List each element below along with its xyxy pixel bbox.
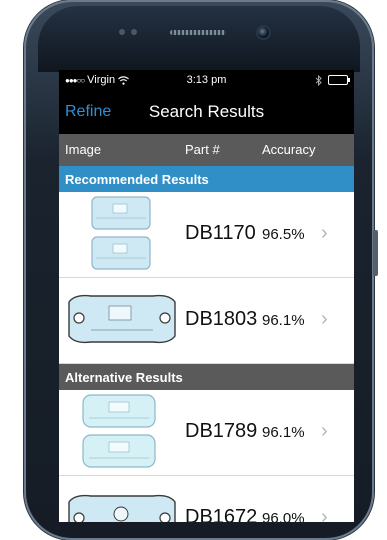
part-number: DB1803 <box>185 308 258 330</box>
section-title: Alternative Results <box>65 369 183 385</box>
refine-button[interactable]: Refine <box>59 103 111 121</box>
accuracy-value: 96.5% <box>262 226 305 243</box>
proximity-sensor <box>119 29 125 35</box>
status-time: 3:13 pm <box>186 74 227 86</box>
column-accuracy: Accuracy <box>262 142 316 157</box>
result-row[interactable]: DB1672 96.0% › <box>59 476 354 522</box>
accuracy-value: 96.0% <box>262 510 305 522</box>
power-button <box>373 230 378 276</box>
app-screen: ●●●○○ Virgin 3:13 pm Refine Search Resul… <box>59 70 354 522</box>
result-row[interactable]: DB1803 96.1% › <box>59 278 354 364</box>
phone-top-bezel <box>38 6 360 72</box>
part-number: DB1170 <box>185 222 256 244</box>
chevron-right-icon: › <box>321 506 328 522</box>
battery-icon <box>328 75 350 85</box>
part-number: DB1672 <box>185 506 258 522</box>
result-row[interactable]: DB1789 96.1% › <box>59 390 354 476</box>
light-sensor <box>131 29 137 35</box>
chevron-right-icon: › <box>321 420 328 442</box>
chevron-right-icon: › <box>321 222 328 244</box>
section-header-recommended: Recommended Results <box>59 166 354 192</box>
column-header: Image Part # Accuracy <box>59 134 354 166</box>
brake-pad-image <box>68 494 176 522</box>
section-header-alternative: Alternative Results <box>59 364 354 390</box>
navigation-bar: Refine Search Results <box>59 90 354 134</box>
result-row[interactable]: DB1170 96.5% › <box>59 192 354 278</box>
brake-pad-image <box>91 196 151 270</box>
column-part: Part # <box>185 142 220 157</box>
brake-pad-image <box>68 294 176 344</box>
brake-pad-image <box>82 394 156 468</box>
front-camera <box>258 27 269 38</box>
accuracy-value: 96.1% <box>262 312 305 329</box>
part-number: DB1789 <box>185 420 258 442</box>
accuracy-value: 96.1% <box>262 424 305 441</box>
section-title: Recommended Results <box>65 171 209 187</box>
column-image: Image <box>65 142 102 157</box>
status-bar: ●●●○○ Virgin 3:13 pm <box>59 70 354 90</box>
earpiece-speaker <box>170 30 226 35</box>
chevron-right-icon: › <box>321 308 328 330</box>
